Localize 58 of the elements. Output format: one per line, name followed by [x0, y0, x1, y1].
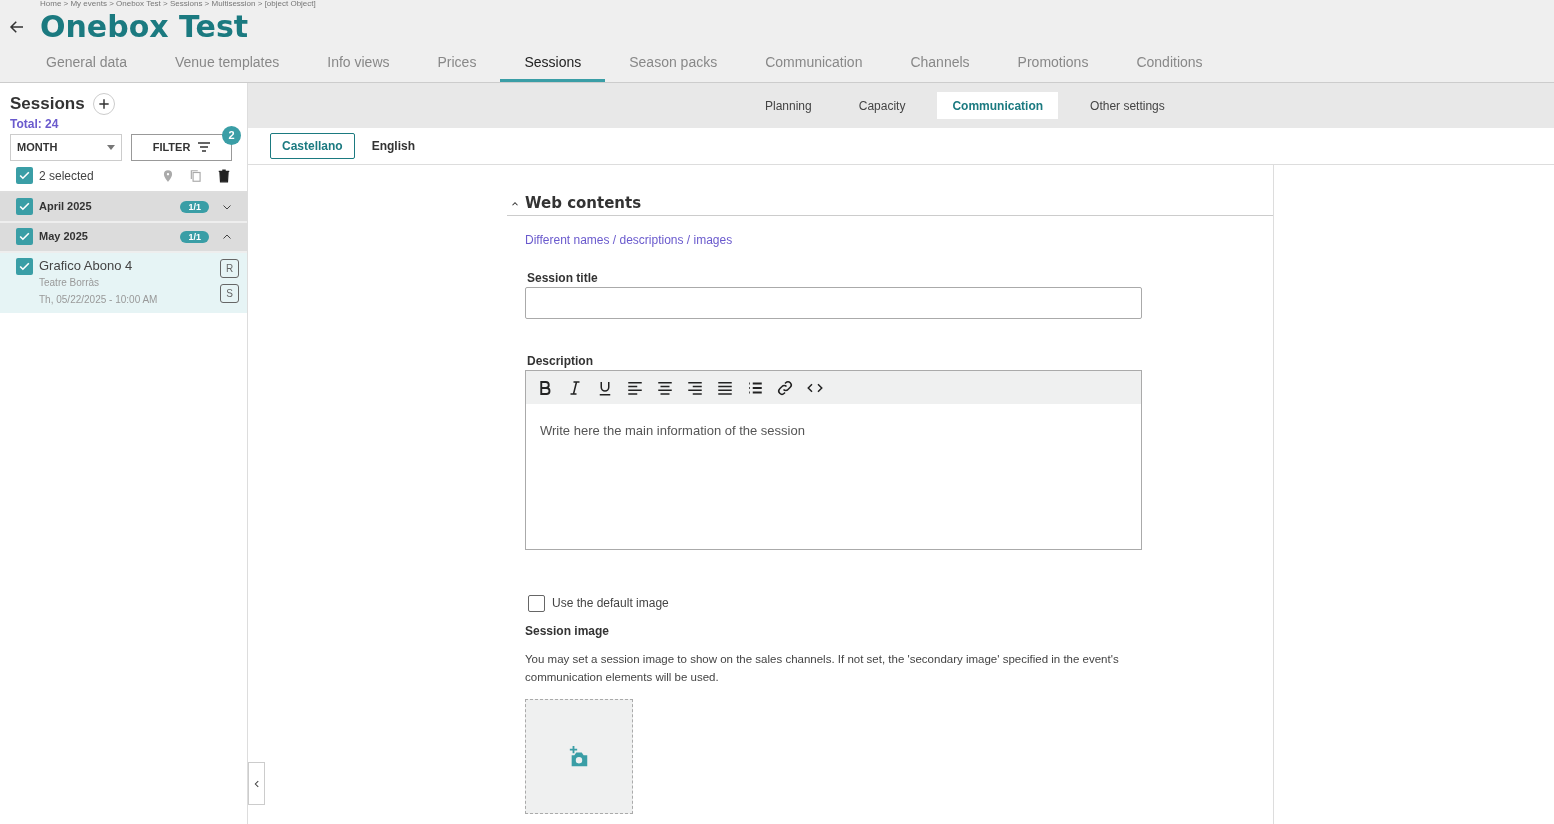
description-editor[interactable]: Write here the main information of the session	[525, 370, 1142, 550]
tab[interactable]: Promotions	[993, 45, 1113, 82]
checkbox[interactable]	[16, 228, 33, 245]
checkbox[interactable]	[528, 594, 545, 612]
subtab[interactable]: Capacity	[843, 92, 921, 119]
filter-count-badge: 2	[222, 125, 241, 145]
tag-badge: R	[220, 258, 239, 278]
checkmark-icon	[18, 200, 31, 213]
back-arrow-icon[interactable]	[8, 18, 26, 36]
selection-label: 2 selected	[39, 167, 95, 185]
subtab[interactable]: Communication	[937, 92, 1059, 119]
count-badge: 1/1	[180, 230, 209, 243]
section-title: Web contents	[525, 193, 642, 215]
tab[interactable]: Info views	[303, 45, 414, 82]
session-item[interactable]: Grafico Abono 4 Teatre Borràs Th, 05/22/2025 - 10:00 AM R S	[0, 252, 247, 313]
location-pin-icon	[161, 168, 175, 183]
page-title: Onebox Test	[40, 9, 249, 45]
field-label: Session title	[527, 270, 599, 287]
tag-badge: S	[220, 283, 239, 303]
checkbox-label: Use the default image	[552, 595, 669, 612]
tab[interactable]: General data	[22, 45, 151, 82]
tab[interactable]: Conditions	[1112, 45, 1227, 82]
session-venue: Teatre Borràs	[39, 275, 101, 290]
language-tab[interactable]: English	[360, 133, 427, 159]
link[interactable]: Different names / descriptions / images	[525, 231, 733, 249]
session-date: Th, 05/22/2025 - 10:00 AM	[39, 292, 159, 307]
tab[interactable]: Channels	[886, 45, 994, 82]
add-photo-icon	[568, 745, 590, 768]
tab[interactable]: Season packs	[605, 45, 742, 82]
checkbox[interactable]	[16, 257, 33, 275]
copy-icon	[189, 168, 203, 183]
subtab[interactable]: Planning	[750, 92, 827, 119]
tab[interactable]: Communication	[741, 45, 887, 82]
session-name: Grafico Abono 4	[39, 256, 134, 275]
group-label: April 2025	[39, 199, 93, 215]
link-icon[interactable]	[776, 378, 794, 397]
group-label: May 2025	[39, 229, 89, 245]
help-text: You may set a session image to show on the sales channels. If not set, the 'secondary image' specified in the event's communication elements will be used.	[525, 652, 1120, 685]
total-count: Total: 24	[9, 116, 60, 132]
count-badge: 1/1	[180, 200, 209, 213]
tab[interactable]: Prices	[413, 45, 501, 82]
breadcrumb: Home > My events > Onebox Test > Sessions > Multisession > [object Object]	[39, 0, 317, 8]
trash-icon	[217, 168, 231, 183]
tab[interactable]: Venue templates	[150, 45, 304, 82]
placeholder-text: Write here the main information of the session	[540, 422, 805, 440]
field-label: Session image	[525, 623, 611, 640]
filter-icon	[198, 142, 211, 152]
checkbox[interactable]	[16, 198, 33, 215]
language-tab[interactable]: Castellano	[270, 133, 355, 159]
checkmark-icon	[18, 230, 31, 243]
checkbox[interactable]	[16, 167, 33, 184]
plus-icon	[96, 96, 111, 111]
sidebar-title: Sessions	[10, 93, 85, 115]
view-select[interactable]: MONTH	[10, 133, 122, 161]
subtab[interactable]: Other settings	[1075, 92, 1180, 119]
checkmark-icon	[18, 169, 31, 182]
session-title-field[interactable]	[525, 287, 1142, 319]
field-label: Description	[527, 353, 594, 370]
